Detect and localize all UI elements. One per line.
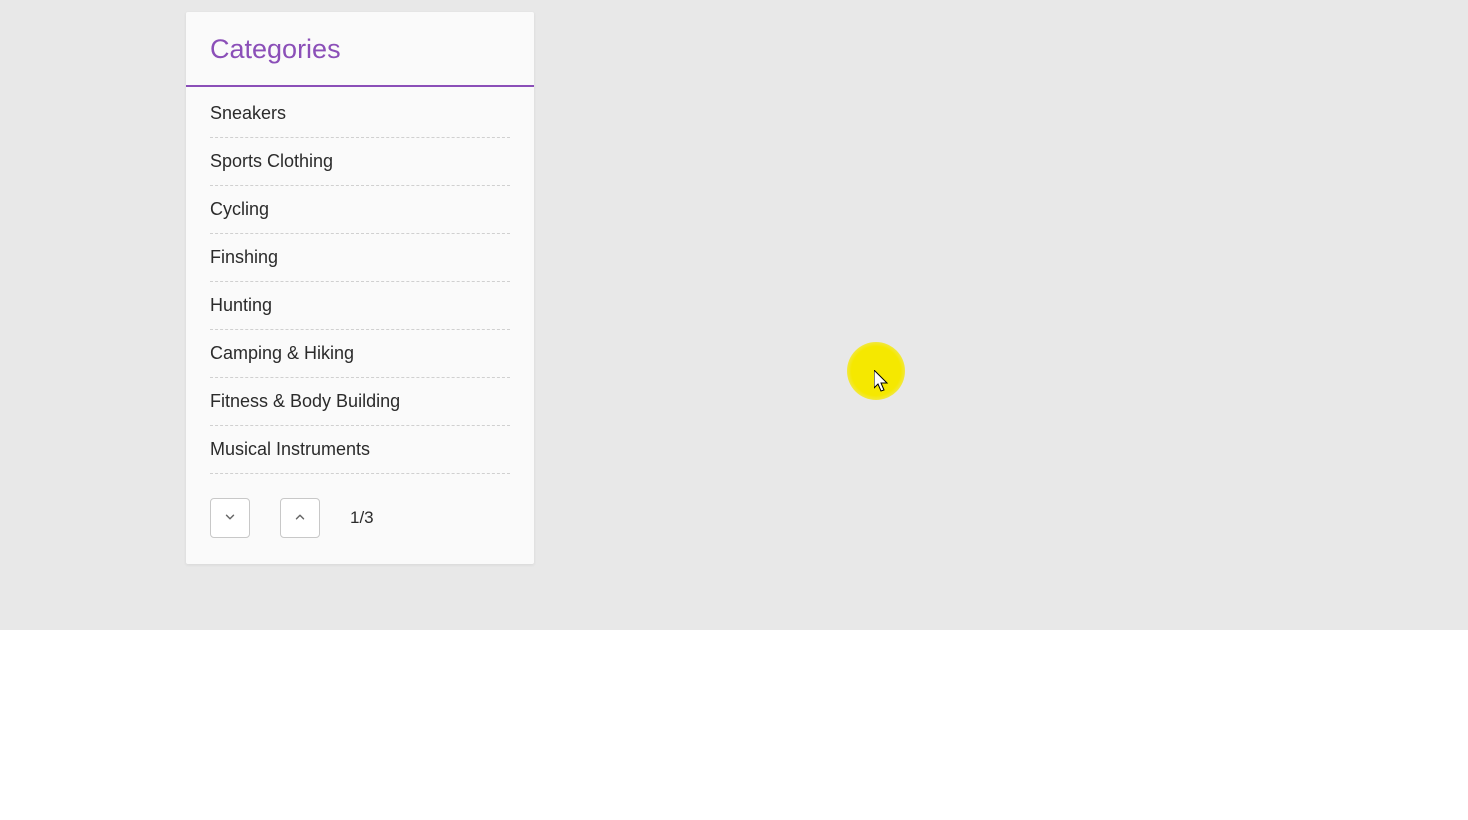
category-item-camping-hiking[interactable]: Camping & Hiking [210,330,510,378]
category-list: Sneakers Sports Clothing Cycling Finshin… [186,87,534,474]
category-item-sneakers[interactable]: Sneakers [210,87,510,138]
cursor-highlight [847,342,905,400]
category-item-hunting[interactable]: Hunting [210,282,510,330]
category-item-fitness-body-building[interactable]: Fitness & Body Building [210,378,510,426]
categories-panel: Categories Sneakers Sports Clothing Cycl… [186,12,534,564]
pagination-text: 1/3 [350,508,374,528]
panel-title: Categories [210,34,510,65]
pagination: 1/3 [186,474,534,564]
panel-header: Categories [186,12,534,87]
chevron-up-icon [293,510,307,527]
bottom-white-area [0,630,1468,820]
category-item-finshing[interactable]: Finshing [210,234,510,282]
category-item-sports-clothing[interactable]: Sports Clothing [210,138,510,186]
pagination-buttons [210,498,320,538]
page-prev-button[interactable] [280,498,320,538]
category-item-musical-instruments[interactable]: Musical Instruments [210,426,510,474]
category-item-cycling[interactable]: Cycling [210,186,510,234]
cursor-icon [874,370,892,399]
chevron-down-icon [223,510,237,527]
page-next-button[interactable] [210,498,250,538]
